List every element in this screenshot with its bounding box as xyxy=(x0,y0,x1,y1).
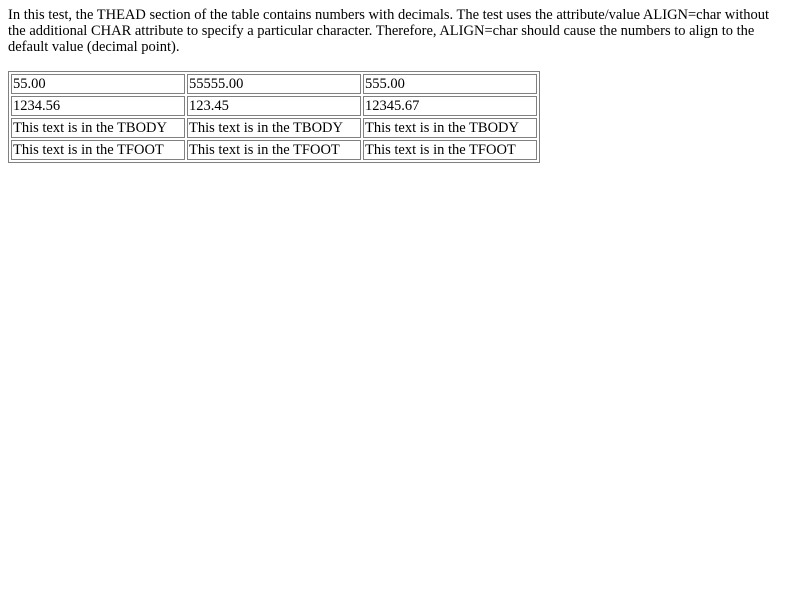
table-row: This text is in the TFOOT This text is i… xyxy=(11,140,537,160)
table-cell: 1234.56 xyxy=(11,96,185,116)
table-cell: 55.00 xyxy=(11,74,185,94)
table-cell: This text is in the TBODY xyxy=(187,118,361,138)
table-body: This text is in the TBODY This text is i… xyxy=(11,118,537,138)
table-cell: 555.00 xyxy=(363,74,537,94)
table-cell: This text is in the TFOOT xyxy=(11,140,185,160)
page-content: In this test, the THEAD section of the t… xyxy=(8,7,792,163)
table-row: 55.00 55555.00 555.00 xyxy=(11,74,537,94)
table-cell: This text is in the TFOOT xyxy=(187,140,361,160)
table-cell: 12345.67 xyxy=(363,96,537,116)
table-head: 55.00 55555.00 555.00 1234.56 123.45 123… xyxy=(11,74,537,116)
table-cell: This text is in the TFOOT xyxy=(363,140,537,160)
test-table: 55.00 55555.00 555.00 1234.56 123.45 123… xyxy=(8,71,540,163)
table-row: 1234.56 123.45 12345.67 xyxy=(11,96,537,116)
intro-paragraph: In this test, the THEAD section of the t… xyxy=(8,7,770,55)
table-row: This text is in the TBODY This text is i… xyxy=(11,118,537,138)
table-cell: 123.45 xyxy=(187,96,361,116)
table-cell: This text is in the TBODY xyxy=(11,118,185,138)
table-foot: This text is in the TFOOT This text is i… xyxy=(11,140,537,160)
table-cell: 55555.00 xyxy=(187,74,361,94)
table-cell: This text is in the TBODY xyxy=(363,118,537,138)
